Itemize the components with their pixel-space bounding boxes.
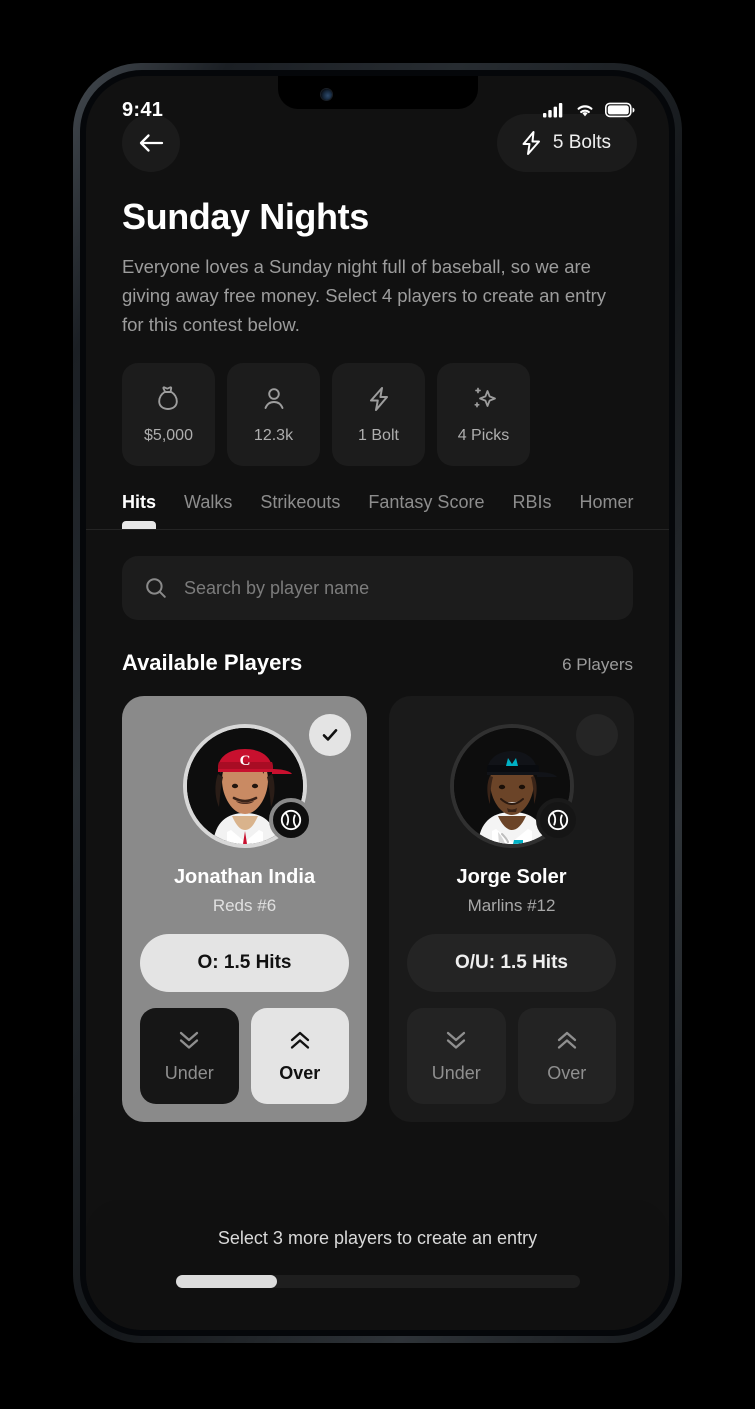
entry-progress-fill: [175, 1275, 277, 1288]
over-under-row: Under Over: [407, 1008, 616, 1104]
over-button[interactable]: Over: [517, 1008, 616, 1104]
stat-card-entrants: 12.3k: [227, 363, 320, 466]
player-card[interactable]: C Jonathan India Reds #6 O: 1.5 Hits Und…: [122, 696, 367, 1122]
tabs-divider: [86, 529, 669, 530]
under-label: Under: [431, 1062, 481, 1083]
stat-card-entry-cost: 1 Bolt: [332, 363, 425, 466]
chevron-double-down-icon: [447, 1031, 466, 1049]
over-label: Over: [279, 1062, 321, 1083]
bolts-count-label: 5 Bolts: [552, 132, 611, 153]
chevron-double-down-icon: [180, 1031, 199, 1049]
stat-value: $5,000: [144, 427, 193, 444]
stats-row: $5,000 12.3k 1 Bolt 4 Picks: [86, 339, 669, 466]
tab-strikeouts[interactable]: Strikeouts: [260, 492, 340, 529]
baseball-badge: [535, 798, 580, 842]
player-line: O/U: 1.5 Hits: [407, 934, 616, 992]
under-button[interactable]: Under: [407, 1008, 506, 1104]
stat-card-picks: 4 Picks: [437, 363, 530, 466]
baseball-badge: [268, 798, 313, 842]
bolt-icon: [522, 131, 540, 155]
avatar: [449, 724, 580, 848]
over-button[interactable]: Over: [250, 1008, 349, 1104]
tab-hits[interactable]: Hits: [122, 492, 157, 529]
arrow-left-icon: [139, 134, 164, 152]
entry-status-bar: Select 3 more players to create an entry: [86, 1200, 669, 1330]
players-section-title: Available Players: [122, 650, 303, 675]
status-time: 9:41: [122, 98, 164, 121]
phone-screen: 9:41 5 Bolts Sunday Nights Everyone love…: [86, 76, 669, 1330]
notch: [277, 76, 478, 109]
under-label: Under: [164, 1062, 214, 1083]
phone-frame: 9:41 5 Bolts Sunday Nights Everyone love…: [73, 63, 682, 1343]
stat-value: 1 Bolt: [358, 427, 399, 444]
page-title: Sunday Nights: [122, 196, 369, 237]
cellular-signal-icon: [543, 103, 563, 118]
over-under-row: Under Over: [140, 1008, 349, 1104]
check-icon: [322, 729, 338, 741]
baseball-icon: [547, 809, 568, 831]
phone-bezel: 9:41 5 Bolts Sunday Nights Everyone love…: [80, 70, 675, 1336]
player-team: Marlins #12: [467, 896, 556, 915]
tab-rbis[interactable]: RBIs: [512, 492, 551, 529]
stat-value: 4 Picks: [457, 427, 510, 444]
baseball-icon: [280, 809, 301, 831]
battery-icon: [605, 102, 635, 118]
players-grid: C Jonathan India Reds #6 O: 1.5 Hits Und…: [86, 676, 669, 1122]
player-line: O: 1.5 Hits: [140, 934, 349, 992]
svg-text:C: C: [239, 753, 250, 769]
sparkle-icon: [473, 387, 496, 408]
app-content: 5 Bolts Sunday Nights Everyone loves a S…: [86, 76, 669, 1330]
avatar: C: [182, 724, 313, 848]
wifi-icon: [577, 105, 593, 117]
stat-card-prize: $5,000: [122, 363, 215, 466]
under-button[interactable]: Under: [140, 1008, 239, 1104]
stat-type-tabs: Hits Walks Strikeouts Fantasy Score RBIs…: [86, 466, 669, 529]
tab-walks[interactable]: Walks: [184, 492, 232, 529]
select-badge[interactable]: [576, 714, 618, 756]
over-label: Over: [547, 1062, 587, 1083]
bolt-icon: [369, 387, 388, 411]
person-icon: [264, 388, 283, 409]
stat-value: 12.3k: [253, 427, 294, 444]
status-icons: [543, 102, 635, 118]
search-icon: [146, 578, 166, 598]
player-name: Jorge Soler: [456, 866, 567, 888]
selected-check-badge[interactable]: [309, 714, 351, 756]
tab-homers[interactable]: Homer: [579, 492, 633, 529]
chevron-double-up-icon: [557, 1031, 576, 1049]
search-box[interactable]: [122, 556, 633, 620]
players-count-label: 6 Players: [562, 655, 633, 674]
player-card[interactable]: Jorge Soler Marlins #12 O/U: 1.5 Hits Un…: [389, 696, 634, 1122]
contest-description: Everyone loves a Sunday night full of ba…: [122, 256, 606, 335]
money-bag-icon: [157, 386, 178, 410]
players-header: Available Players 6 Players: [86, 620, 669, 676]
player-name: Jonathan India: [173, 866, 316, 888]
tab-fantasy-score[interactable]: Fantasy Score: [368, 492, 484, 529]
entry-progress-track: [175, 1275, 580, 1288]
search-input[interactable]: [184, 577, 611, 599]
front-camera-icon: [320, 89, 332, 100]
entry-status-text: Select 3 more players to create an entry: [217, 1228, 538, 1248]
chevron-double-up-icon: [290, 1031, 309, 1049]
player-team: Reds #6: [212, 896, 277, 915]
